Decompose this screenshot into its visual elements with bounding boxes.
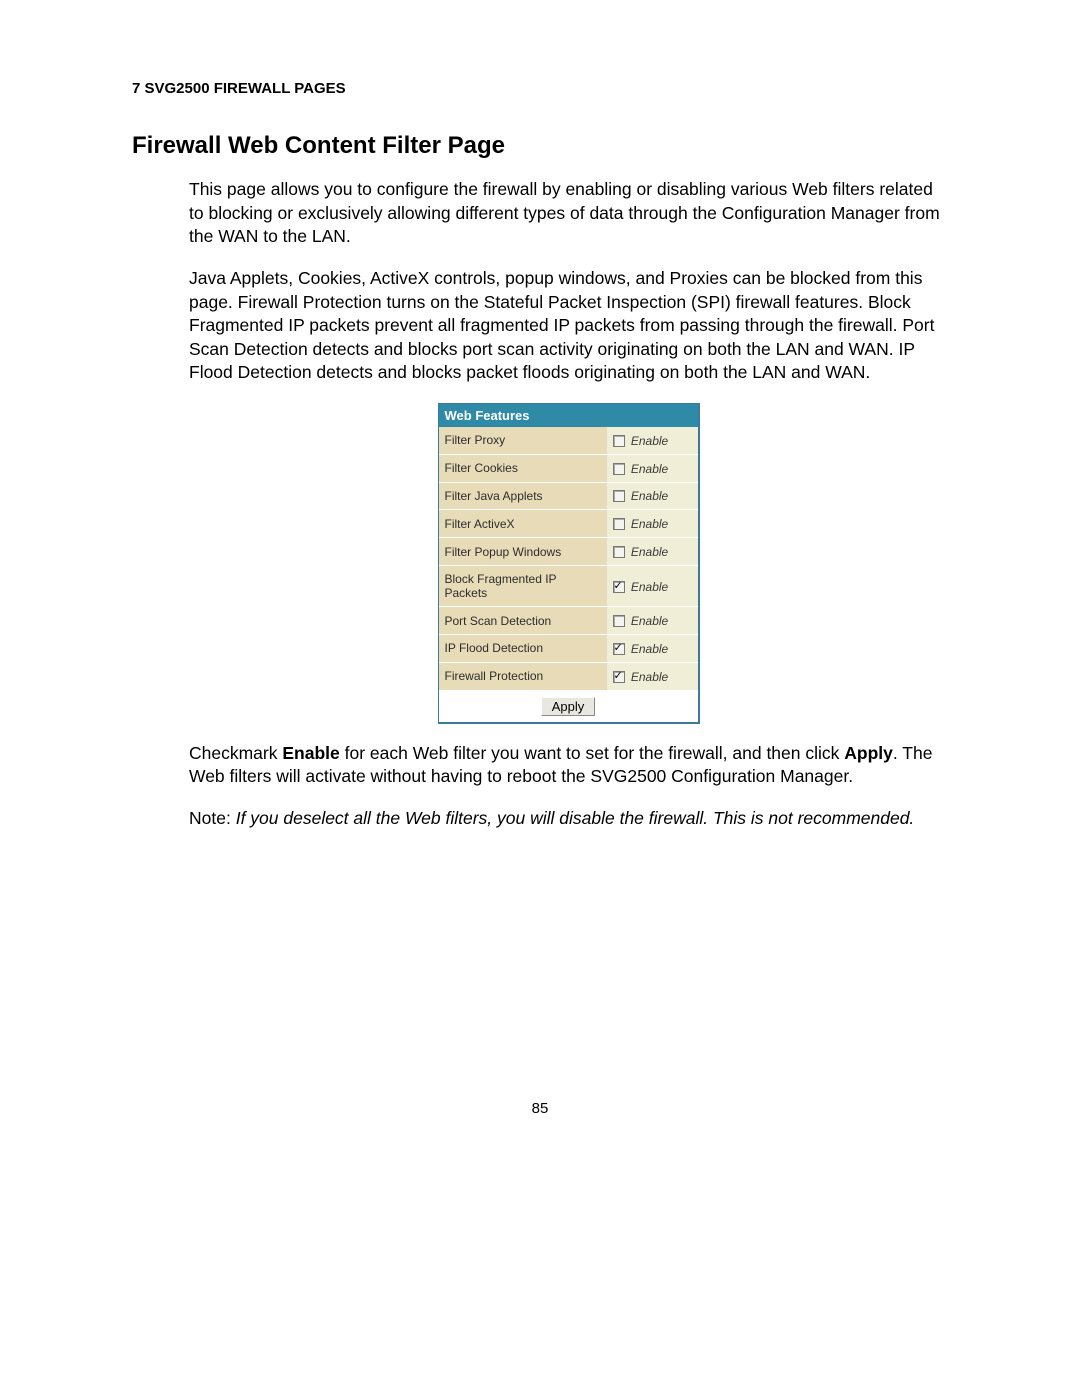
document-page: 7 SVG2500 FIREWALL PAGES Firewall Web Co… <box>0 0 1080 831</box>
note-paragraph: Note: If you deselect all the Web filter… <box>189 807 948 831</box>
row-control: Enable <box>607 634 698 662</box>
row-label: Filter ActiveX <box>439 510 607 538</box>
web-features-table: Filter Proxy Enable Filter Cookies Enabl… <box>439 427 698 722</box>
row-block-fragmented-ip: Block Fragmented IP Packets Enable <box>439 566 698 607</box>
enable-checkbox[interactable] <box>613 671 625 683</box>
row-control: Enable <box>607 510 698 538</box>
row-control: Enable <box>607 538 698 566</box>
row-ip-flood-detection: IP Flood Detection Enable <box>439 634 698 662</box>
apply-button[interactable]: Apply <box>541 697 596 716</box>
row-control: Enable <box>607 454 698 482</box>
row-filter-proxy: Filter Proxy Enable <box>439 427 698 454</box>
intro-paragraph-1: This page allows you to configure the fi… <box>189 178 948 249</box>
enable-checkbox[interactable] <box>613 490 625 502</box>
enable-label: Enable <box>631 434 668 448</box>
instruction-paragraph: Checkmark Enable for each Web filter you… <box>189 742 948 789</box>
text-fragment: for each Web filter you want to set for … <box>340 743 845 763</box>
enable-checkbox[interactable] <box>613 615 625 627</box>
row-filter-cookies: Filter Cookies Enable <box>439 454 698 482</box>
page-number: 85 <box>0 1100 1080 1117</box>
enable-checkbox[interactable] <box>613 518 625 530</box>
row-control: Enable <box>607 607 698 635</box>
intro-paragraph-2: Java Applets, Cookies, ActiveX controls,… <box>189 267 948 385</box>
enable-checkbox[interactable] <box>613 643 625 655</box>
row-control: Enable <box>607 566 698 607</box>
enable-label: Enable <box>631 517 668 531</box>
enable-label: Enable <box>631 462 668 476</box>
note-label: Note: <box>189 808 236 828</box>
row-label: Filter Proxy <box>439 427 607 454</box>
row-label: IP Flood Detection <box>439 634 607 662</box>
row-control: Enable <box>607 662 698 690</box>
enable-label: Enable <box>631 670 668 684</box>
enable-label: Enable <box>631 489 668 503</box>
row-label: Filter Java Applets <box>439 482 607 510</box>
row-filter-popup-windows: Filter Popup Windows Enable <box>439 538 698 566</box>
row-control: Enable <box>607 427 698 454</box>
web-features-panel-wrap: Web Features Filter Proxy Enable Filter … <box>189 403 948 724</box>
row-label: Filter Popup Windows <box>439 538 607 566</box>
row-label: Filter Cookies <box>439 454 607 482</box>
row-label: Block Fragmented IP Packets <box>439 566 607 607</box>
enable-checkbox[interactable] <box>613 463 625 475</box>
enable-label: Enable <box>631 614 668 628</box>
row-firewall-protection: Firewall Protection Enable <box>439 662 698 690</box>
text-fragment: Checkmark <box>189 743 282 763</box>
note-text: If you deselect all the Web filters, you… <box>236 808 915 828</box>
row-filter-activex: Filter ActiveX Enable <box>439 510 698 538</box>
row-label: Firewall Protection <box>439 662 607 690</box>
enable-checkbox[interactable] <box>613 435 625 447</box>
enable-label: Enable <box>631 545 668 559</box>
panel-header: Web Features <box>439 404 698 427</box>
enable-label: Enable <box>631 580 668 594</box>
enable-label: Enable <box>631 642 668 656</box>
body-column: This page allows you to configure the fi… <box>132 178 948 831</box>
section-header: 7 SVG2500 FIREWALL PAGES <box>132 80 948 97</box>
row-control: Enable <box>607 482 698 510</box>
row-label: Port Scan Detection <box>439 607 607 635</box>
enable-checkbox[interactable] <box>613 581 625 593</box>
bold-enable: Enable <box>282 743 339 763</box>
bold-apply: Apply <box>844 743 893 763</box>
page-title: Firewall Web Content Filter Page <box>132 132 948 160</box>
row-port-scan-detection: Port Scan Detection Enable <box>439 607 698 635</box>
apply-row: Apply <box>439 690 698 722</box>
row-filter-java-applets: Filter Java Applets Enable <box>439 482 698 510</box>
web-features-panel: Web Features Filter Proxy Enable Filter … <box>438 403 700 724</box>
enable-checkbox[interactable] <box>613 546 625 558</box>
